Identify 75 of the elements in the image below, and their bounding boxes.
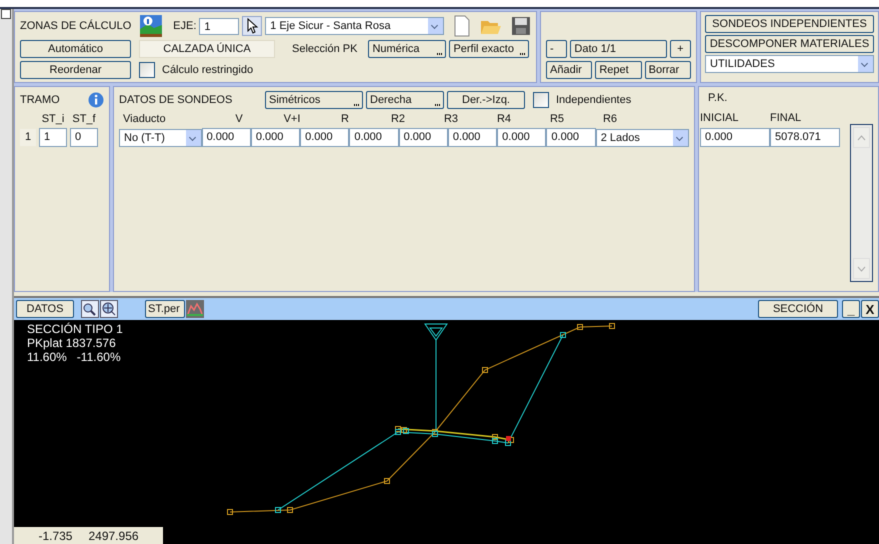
seleccion-button[interactable]: Numérica (368, 40, 446, 58)
checkbox[interactable] (139, 62, 155, 78)
eje-label: EJE: (173, 20, 196, 32)
lados-select[interactable]: 2 Lados (596, 128, 690, 146)
save-icon[interactable] (511, 16, 531, 36)
dato-action-button[interactable]: Borrar (644, 60, 691, 78)
seleccion-pk-label: Selección PK (292, 42, 358, 54)
row-number: 1 (20, 129, 36, 146)
pointer-icon[interactable] (242, 16, 262, 36)
calzada-label: CALZADA ÚNICA (139, 40, 275, 58)
utilidades-select[interactable]: UTILIDADES (705, 55, 874, 73)
table-cell[interactable]: 0.000 (448, 128, 498, 147)
column-header: R3 (442, 112, 460, 124)
table-cell[interactable]: 0.000 (497, 128, 546, 147)
st-per-button[interactable]: ST.per (145, 300, 185, 318)
section-info-text: SECCIÓN TIPO 1 (27, 322, 123, 336)
datos-button[interactable]: DATOS (16, 300, 74, 318)
close-button[interactable]: X (861, 300, 879, 318)
new-file-icon[interactable] (453, 15, 472, 37)
plus-button[interactable]: + (670, 40, 692, 58)
reordenar-button[interactable]: Reordenar (20, 60, 131, 78)
pin-icon[interactable] (1, 9, 11, 19)
action-button[interactable]: DESCOMPONER MATERIALES (705, 35, 874, 53)
column-header: R (340, 112, 350, 124)
table-cell[interactable]: 1 (39, 128, 67, 147)
seleccion-button[interactable]: Perfil exacto (449, 40, 530, 58)
table-cell[interactable]: 0.000 (202, 128, 251, 147)
zoom-icon[interactable] (81, 300, 99, 318)
info-icon[interactable] (88, 92, 104, 108)
viaducto-select[interactable]: No (T-T) (119, 128, 202, 146)
table-cell[interactable]: 0.000 (349, 128, 399, 147)
checkbox-label: Cálculo restringido (162, 64, 254, 76)
minimize-button[interactable]: _ (842, 300, 860, 318)
table-cell[interactable]: 0.000 (700, 128, 770, 147)
table-cell[interactable]: 0.000 (546, 128, 596, 147)
pan-zoom-icon[interactable] (100, 300, 118, 318)
column-header: INICIAL (700, 112, 740, 124)
column-header: V+I (282, 112, 302, 124)
table-cell[interactable]: 0.000 (300, 128, 350, 147)
seccion-button[interactable]: SECCIÓN (758, 300, 838, 318)
checkbox-label: Independientes (556, 94, 632, 106)
sondeos-title: DATOS DE SONDEOS (119, 94, 234, 106)
sondeos-button[interactable]: Simétricos (265, 90, 363, 108)
column-header: FINAL (770, 112, 802, 124)
column-header: R2 (390, 112, 406, 124)
sondeos-button[interactable]: Derecha (366, 90, 444, 108)
info-landscape-icon[interactable] (140, 15, 162, 37)
coordinate-text: -1.735 (38, 528, 72, 542)
tramo-title: TRAMO (20, 94, 60, 106)
action-button[interactable]: SONDEOS INDEPENDIENTES (705, 15, 874, 33)
dato-action-button[interactable]: Repet (595, 60, 642, 78)
minus-button[interactable]: - (546, 40, 568, 58)
zonas-title: ZONAS DE CÁLCULO (20, 20, 132, 32)
table-cell[interactable]: 0.000 (250, 128, 300, 147)
table-cell[interactable]: 5078.071 (770, 128, 840, 147)
section-info-text: 11.60% -11.60% (27, 350, 122, 364)
dato-field: Dato 1/1 (570, 40, 667, 58)
coordinate-text: 2497.956 (88, 528, 139, 542)
table-cell[interactable]: 0 (70, 128, 98, 147)
table-cell[interactable]: 0.000 (398, 128, 448, 147)
checkbox[interactable] (533, 92, 549, 108)
sondeos-button[interactable]: Der.->Izq. (447, 90, 525, 108)
column-header: ST_f (71, 112, 97, 124)
column-header: V (234, 112, 244, 124)
column-header: Viaducto (122, 112, 167, 124)
column-header: R6 (602, 112, 618, 124)
column-header: R5 (548, 112, 566, 124)
column-header: ST_i (40, 112, 66, 124)
eje-field[interactable]: 1 (199, 18, 240, 34)
section-info-text: PKplat 1837.576 (27, 336, 117, 350)
eje-select[interactable]: 1 Eje Sicur - Santa Rosa (265, 17, 444, 35)
column-header: R4 (496, 112, 512, 124)
dato-action-button[interactable]: Añadir (546, 60, 592, 78)
pk-title: P.K. (708, 92, 728, 104)
automatico-button[interactable]: Automático (20, 40, 131, 58)
